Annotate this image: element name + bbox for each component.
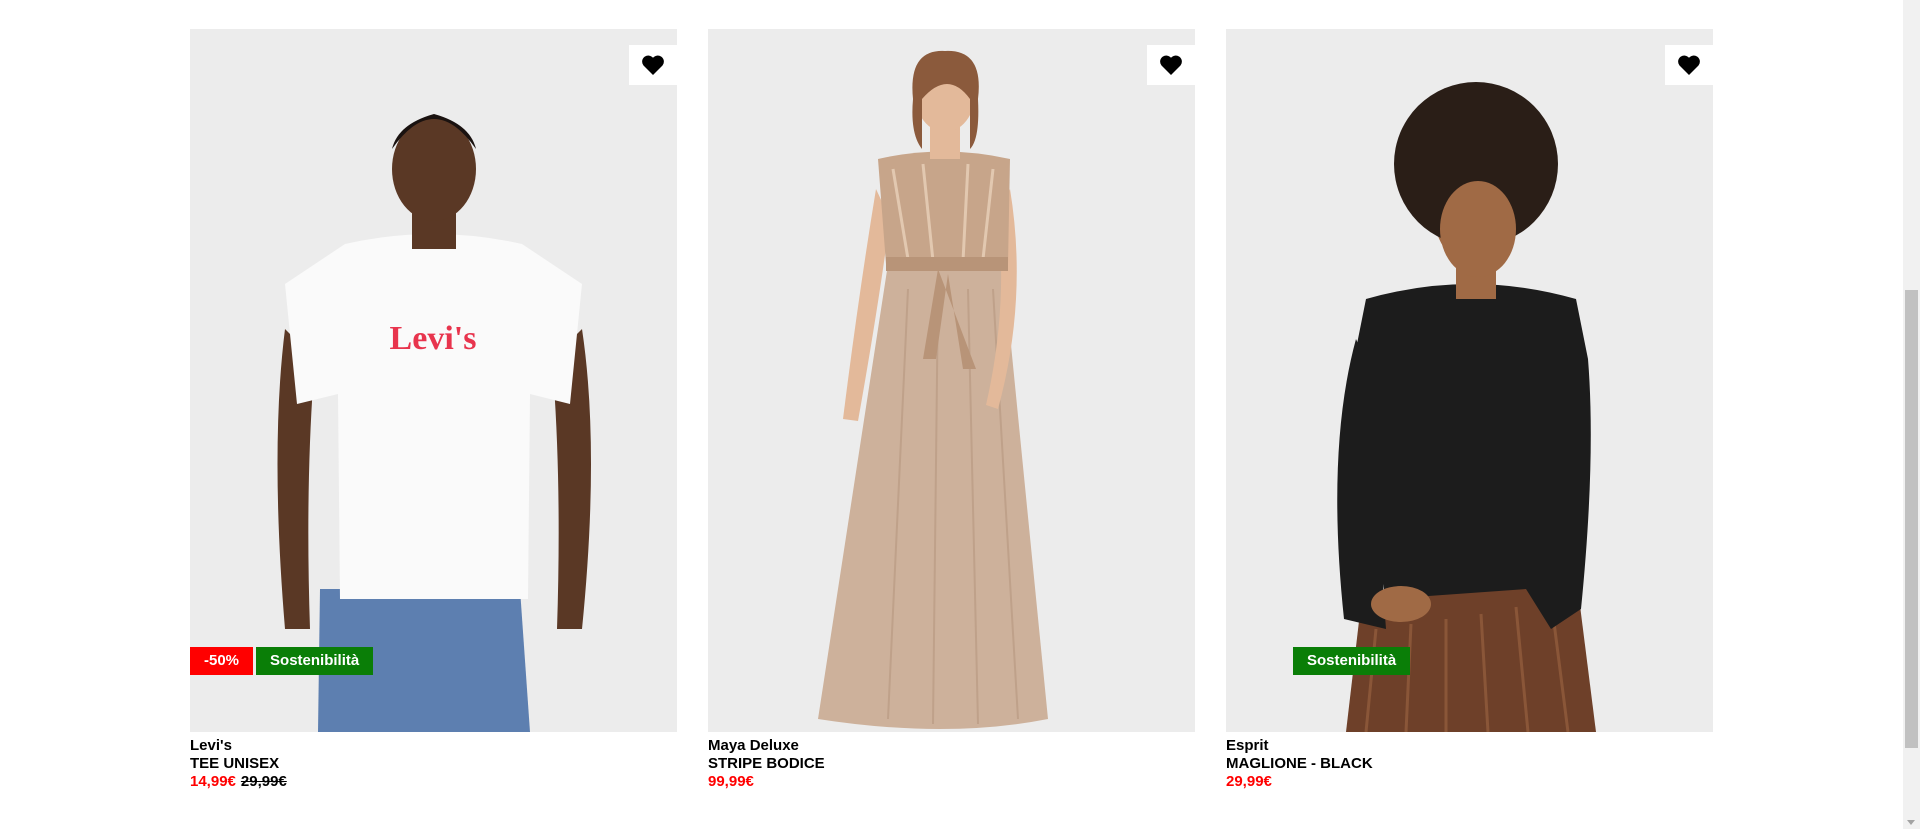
price-row: 99,99€ — [708, 773, 1195, 791]
wishlist-button[interactable] — [1665, 45, 1713, 85]
product-grid: Levi's -50% Sostenibilità Levi's TEE UNI… — [190, 29, 1713, 809]
heart-icon — [1160, 55, 1182, 75]
original-price: 29,99€ — [240, 773, 287, 790]
product-name: TEE UNISEX — [190, 755, 280, 772]
sustainability-badge: Sostenibilità — [1293, 647, 1411, 675]
heart-icon — [1678, 55, 1700, 75]
product-brand: Esprit — [1226, 737, 1269, 754]
wishlist-button[interactable] — [1147, 45, 1195, 85]
product-card-maya-deluxe[interactable]: Maya Deluxe STRIPE BODICE 99,99€ — [708, 29, 1195, 791]
shirt-print: Levi's — [390, 320, 477, 357]
scroll-down-arrow-icon[interactable] — [1907, 820, 1915, 825]
heart-icon — [642, 55, 664, 75]
model-photo: Levi's — [190, 29, 677, 732]
vertical-scrollbar[interactable] — [1903, 0, 1920, 829]
product-name: STRIPE BODICE — [708, 755, 825, 772]
product-name: MAGLIONE - BLACK — [1226, 755, 1373, 772]
discount-badge: -50% — [190, 647, 254, 675]
product-card-esprit[interactable]: Sostenibilità Esprit MAGLIONE - BLACK 29… — [1226, 29, 1713, 791]
product-image[interactable]: Levi's -50% Sostenibilità — [190, 29, 677, 732]
badges: Sostenibilità — [1293, 647, 1411, 675]
product-card-levis[interactable]: Levi's -50% Sostenibilità Levi's TEE UNI… — [190, 29, 677, 791]
price-row: 14,99€ 29,99€ — [190, 773, 677, 791]
product-brand: Maya Deluxe — [708, 737, 799, 754]
product-image[interactable]: Sostenibilità — [1226, 29, 1713, 732]
model-photo — [1226, 29, 1713, 732]
price-row: 29,99€ — [1226, 773, 1713, 791]
sale-price: 99,99€ — [708, 773, 754, 790]
product-brand: Levi's — [190, 737, 232, 754]
scrollbar-thumb[interactable] — [1905, 290, 1918, 748]
sustainability-badge: Sostenibilità — [256, 647, 374, 675]
sale-price: 29,99€ — [1226, 773, 1272, 790]
sale-price: 14,99€ — [190, 773, 236, 790]
product-info[interactable]: Levi's TEE UNISEX 14,99€ 29,99€ — [190, 737, 677, 791]
model-photo — [708, 29, 1195, 732]
badges: -50% Sostenibilità — [190, 647, 374, 675]
wishlist-button[interactable] — [629, 45, 677, 85]
product-image[interactable] — [708, 29, 1195, 732]
product-info[interactable]: Maya Deluxe STRIPE BODICE 99,99€ — [708, 737, 1195, 791]
product-info[interactable]: Esprit MAGLIONE - BLACK 29,99€ — [1226, 737, 1713, 791]
